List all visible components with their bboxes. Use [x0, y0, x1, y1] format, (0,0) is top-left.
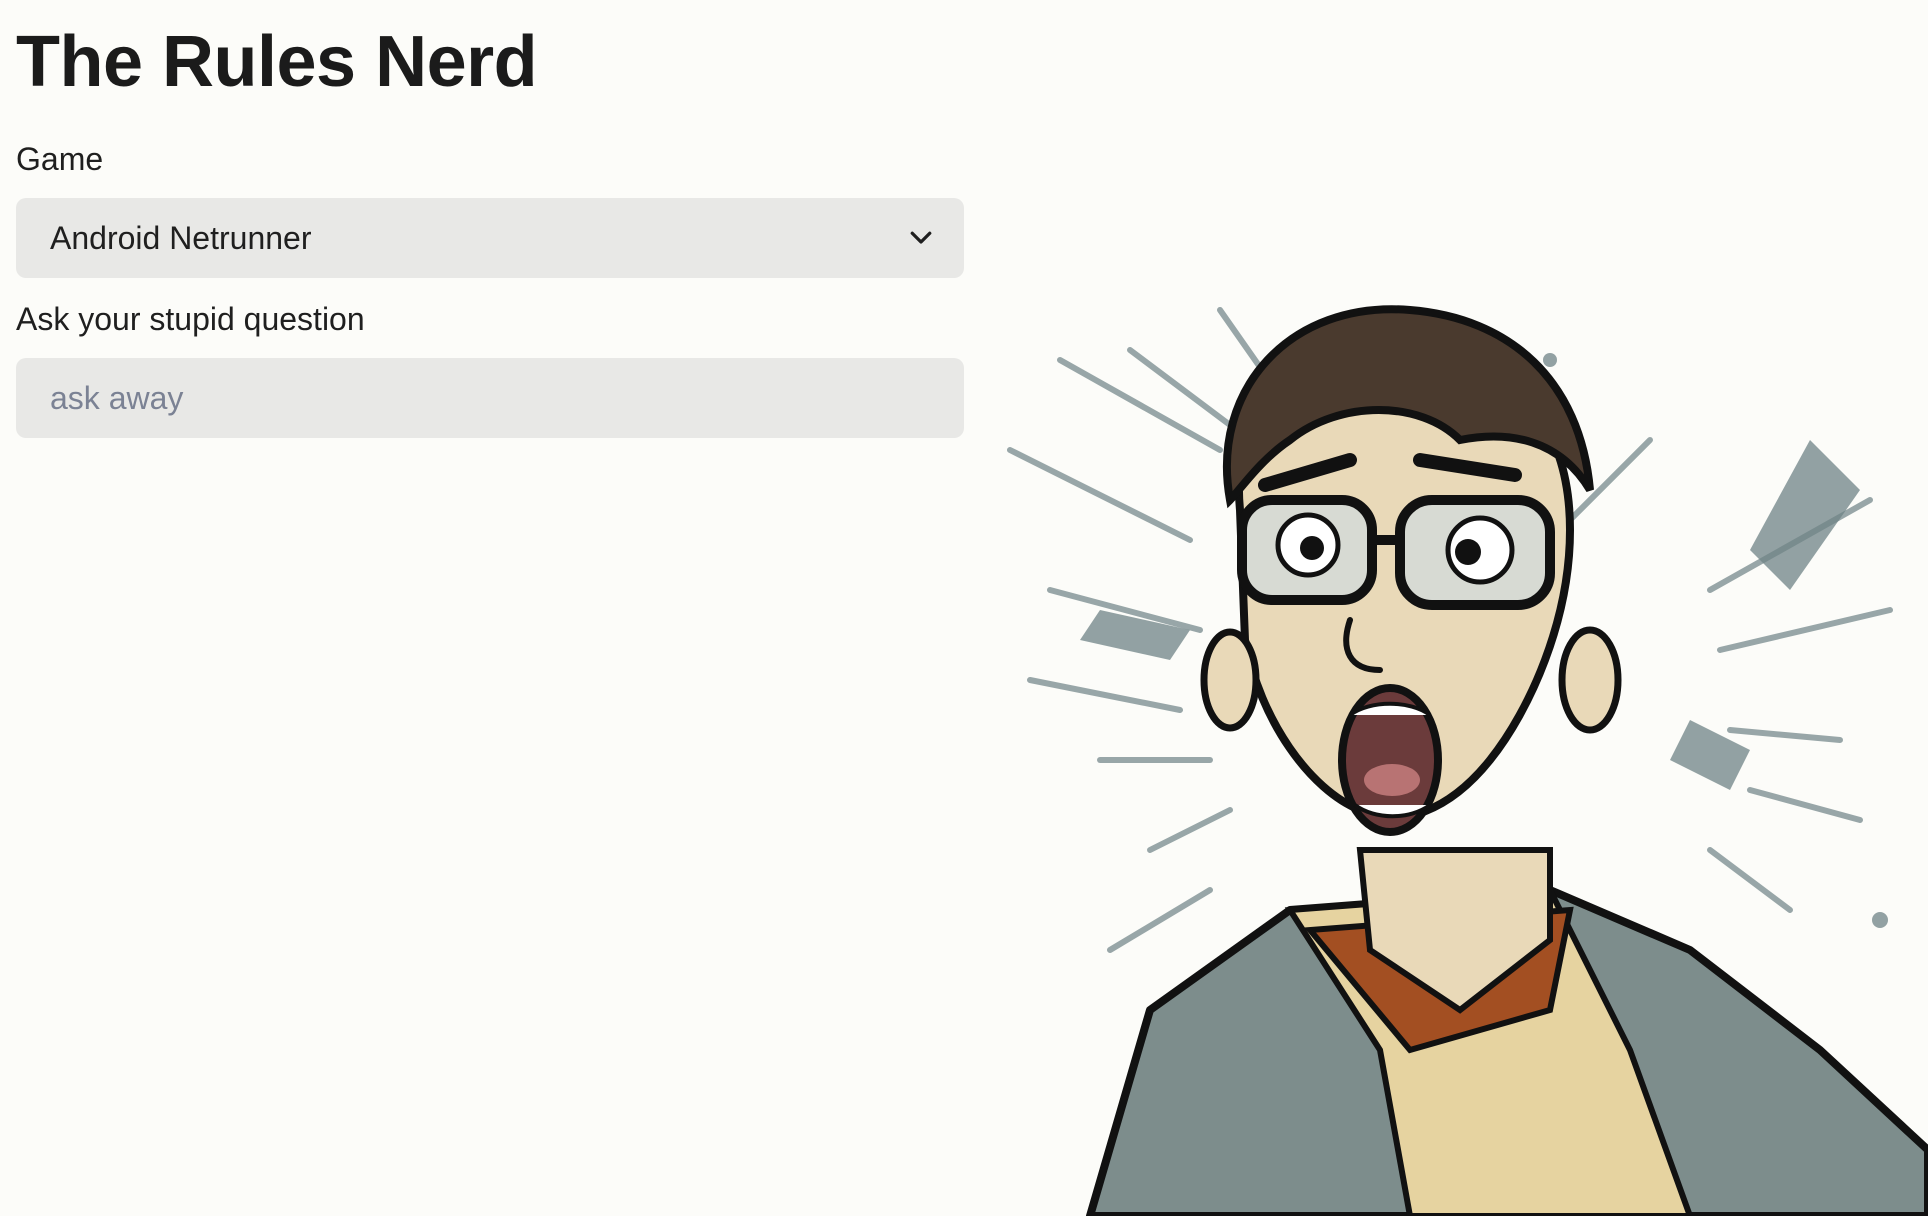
question-label: Ask your stupid question	[16, 301, 365, 337]
game-select[interactable]: Android Netrunner	[16, 198, 964, 278]
chevron-down-icon	[910, 231, 932, 244]
shocked-nerd-illustration	[1007, 305, 1928, 1216]
game-label: Game	[16, 141, 104, 177]
question-input[interactable]	[16, 358, 964, 438]
page-title: The Rules Nerd	[16, 22, 538, 102]
game-select-value: Android Netrunner	[50, 220, 312, 256]
